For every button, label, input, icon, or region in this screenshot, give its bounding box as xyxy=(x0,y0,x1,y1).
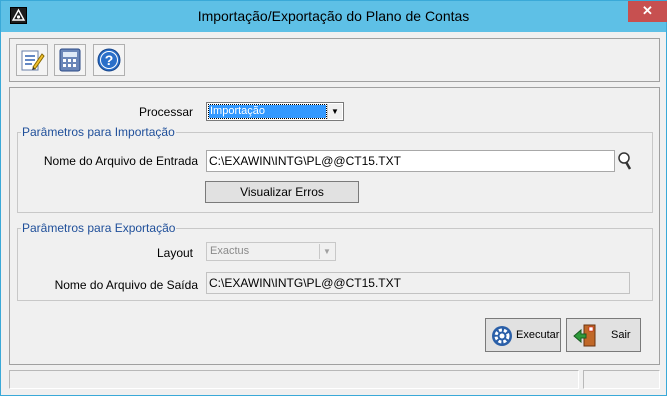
layout-label: Layout xyxy=(156,246,193,260)
execute-button[interactable]: Executar xyxy=(485,318,561,352)
gear-icon xyxy=(492,326,512,346)
help-icon: ? xyxy=(97,48,121,72)
status-bar xyxy=(9,370,660,389)
help-button[interactable]: ? xyxy=(93,44,125,76)
toolbar: ? xyxy=(9,38,660,82)
close-button[interactable]: ✕ xyxy=(628,1,667,22)
svg-text:?: ? xyxy=(105,52,114,68)
processar-select[interactable]: Importação ▼ xyxy=(206,102,344,121)
status-panel-secondary xyxy=(583,370,660,389)
window-title: Importação/Exportação do Plano de Contas xyxy=(197,8,470,24)
calculator-button[interactable] xyxy=(54,44,86,76)
exit-door-icon xyxy=(573,324,596,347)
title-bar[interactable]: Importação/Exportação do Plano de Contas… xyxy=(1,1,667,32)
exit-button[interactable]: Sair xyxy=(566,318,641,352)
execute-label: Executar xyxy=(516,329,560,341)
edit-notes-button[interactable] xyxy=(16,44,48,76)
processar-label: Processar xyxy=(138,105,193,119)
input-file-label: Nome do Arquivo de Entrada xyxy=(43,154,198,168)
status-panel-main xyxy=(9,370,579,389)
input-file-field[interactable]: C:\EXAWIN\INTG\PL@@CT15.TXT xyxy=(206,150,615,172)
exit-label: Sair xyxy=(611,329,631,341)
main-window: Importação/Exportação do Plano de Contas… xyxy=(0,0,667,396)
edit-notes-icon xyxy=(21,50,45,71)
layout-selected-value: Exactus xyxy=(210,245,250,257)
view-errors-button[interactable]: Visualizar Erros xyxy=(205,181,359,203)
chevron-down-icon[interactable]: ▼ xyxy=(319,244,334,259)
layout-select[interactable]: Exactus ▼ xyxy=(206,242,336,261)
chevron-down-icon[interactable]: ▼ xyxy=(327,104,342,119)
processar-selected-value: Importação xyxy=(208,104,327,119)
export-params-legend: Parâmetros para Exportação xyxy=(22,221,176,235)
output-file-label: Nome do Arquivo de Saída xyxy=(54,278,198,292)
search-icon[interactable] xyxy=(617,151,633,171)
import-params-legend: Parâmetros para Importação xyxy=(22,125,175,139)
output-file-field[interactable]: C:\EXAWIN\INTG\PL@@CT15.TXT xyxy=(206,272,630,294)
calculator-icon xyxy=(59,48,81,72)
form-panel: Processar Importação ▼ Parâmetros para I… xyxy=(9,87,660,365)
